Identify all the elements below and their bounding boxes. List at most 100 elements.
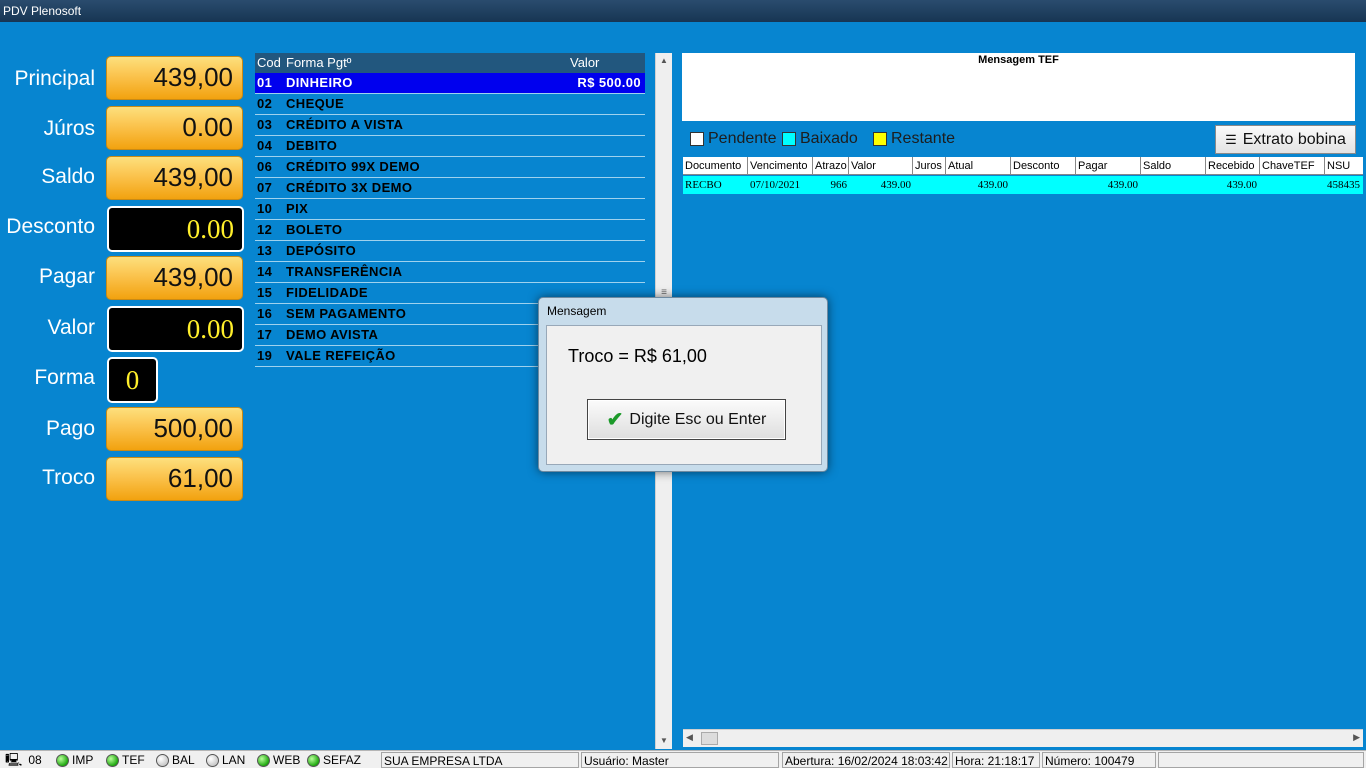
payment-row-credito-vista[interactable]: 03 CRÉDITO A VISTA — [255, 115, 645, 136]
value-troco: 61,00 — [106, 457, 243, 501]
payment-list-header: Cod Forma Pgtº Valor — [255, 53, 645, 73]
col-recebido[interactable]: Recebido — [1206, 157, 1260, 175]
hscroll-thumb[interactable] — [701, 732, 718, 745]
payment-cod: 06 — [257, 159, 273, 174]
payment-name: DEMO AVISTA — [286, 327, 379, 342]
grid-horizontal-scrollbar[interactable]: ◀ ▶ — [683, 729, 1363, 747]
payment-row-debito[interactable]: 04 DEBITO — [255, 136, 645, 157]
scroll-up-icon[interactable]: ▲ — [656, 53, 672, 69]
window-title: PDV Plenosoft — [3, 4, 82, 18]
col-pagar[interactable]: Pagar — [1076, 157, 1141, 175]
forma-input[interactable]: 0 — [107, 357, 158, 403]
cell-vencimento: 07/10/2021 — [750, 179, 801, 191]
payment-row-credito-3x[interactable]: 07 CRÉDITO 3X DEMO — [255, 178, 645, 199]
status-tef: TEF — [106, 751, 145, 768]
payment-value: R$ 500.00 — [577, 75, 641, 90]
valor-input[interactable]: 0.00 — [107, 306, 244, 352]
payment-name: CRÉDITO A VISTA — [286, 117, 404, 132]
status-bal: BAL — [156, 751, 195, 768]
col-documento[interactable]: Documento — [683, 157, 748, 175]
label-saldo: Saldo — [41, 165, 95, 188]
label-principal: Principal — [14, 67, 95, 90]
cell-nsu: 458435 — [1327, 179, 1360, 191]
payment-cod: 01 — [257, 75, 273, 90]
table-row[interactable]: RECBO 07/10/2021 966 439.00 439.00 439.0… — [683, 176, 1363, 194]
payment-name: DINHEIRO — [286, 75, 353, 90]
scroll-right-icon[interactable]: ▶ — [1353, 732, 1360, 743]
dialog-ok-label: Digite Esc ou Enter — [629, 410, 767, 428]
payment-row-credito-99x[interactable]: 06 CRÉDITO 99X DEMO — [255, 157, 645, 178]
status-web: WEB — [257, 751, 300, 768]
cell-recebido: 439.00 — [1226, 179, 1257, 191]
led-sefaz-icon — [307, 753, 320, 767]
grid-header: Documento Vencimento Atrazo Valor Juros … — [683, 157, 1363, 175]
legend-restante-label: Restante — [891, 130, 956, 147]
status-lan: LAN — [206, 751, 245, 768]
payment-name: FIDELIDADE — [286, 285, 368, 300]
label-valor: Valor — [47, 316, 95, 339]
col-atual[interactable]: Atual — [946, 157, 1011, 175]
scroll-left-icon[interactable]: ◀ — [686, 732, 693, 743]
label-desconto: Desconto — [6, 215, 95, 238]
header-valor: Valor — [570, 55, 600, 70]
payment-row-deposito[interactable]: 13 DEPÓSITO — [255, 241, 645, 262]
status-number: Número: 100479 — [1042, 752, 1156, 768]
desconto-input[interactable]: 0.00 — [107, 206, 244, 252]
led-lan-icon — [206, 753, 219, 767]
col-nsu[interactable]: NSU — [1325, 157, 1363, 175]
col-juros[interactable]: Juros — [913, 157, 946, 175]
col-vencimento[interactable]: Vencimento — [748, 157, 813, 175]
payment-cod: 13 — [257, 243, 273, 258]
payment-name: CRÉDITO 99X DEMO — [286, 159, 421, 174]
payment-name: SEM PAGAMENTO — [286, 306, 407, 321]
dialog-ok-button[interactable]: ✔ Digite Esc ou Enter — [587, 399, 786, 440]
status-bar: 🖳 08 IMP TEF BAL LAN WEB SEFAZ SUA EMPRE… — [0, 750, 1366, 768]
cell-valor: 439.00 — [880, 179, 911, 191]
payment-row-dinheiro[interactable]: 01 DINHEIRO R$ 500.00 — [255, 73, 645, 94]
status-sefaz: SEFAZ — [307, 751, 361, 768]
dialog-title: Mensagem — [547, 304, 607, 318]
legend-restante: Restante — [873, 130, 955, 148]
status-web-label: WEB — [273, 753, 301, 767]
scroll-down-icon[interactable]: ▼ — [656, 733, 672, 749]
payment-cod: 10 — [257, 201, 273, 216]
tef-message-title: Mensagem TEF — [978, 54, 1059, 66]
payment-name: BOLETO — [286, 222, 343, 237]
dialog-body: Troco = R$ 61,00 ✔ Digite Esc ou Enter — [546, 325, 822, 465]
label-troco: Troco — [42, 466, 95, 489]
payment-cod: 12 — [257, 222, 273, 237]
label-forma: Forma — [34, 366, 95, 389]
value-juros: 0.00 — [106, 106, 243, 150]
window-title-bar: PDV Plenosoft — [0, 0, 1366, 22]
list-icon: ☰ — [1225, 131, 1237, 147]
computer-icon: 🖳 — [5, 752, 23, 767]
status-company: SUA EMPRESA LTDA — [381, 752, 579, 768]
led-web-icon — [257, 753, 270, 767]
payment-row-pix[interactable]: 10 PIX — [255, 199, 645, 220]
legend-pendente-label: Pendente — [708, 130, 777, 147]
payment-cod: 15 — [257, 285, 273, 300]
status-lan-label: LAN — [222, 753, 246, 767]
status-sefaz-label: SEFAZ — [323, 753, 362, 767]
col-atrazo[interactable]: Atrazo — [813, 157, 849, 175]
col-saldo[interactable]: Saldo — [1141, 157, 1206, 175]
extrato-bobina-label: Extrato bobina — [1242, 130, 1346, 148]
led-tef-icon — [106, 753, 119, 767]
payment-row-boleto[interactable]: 12 BOLETO — [255, 220, 645, 241]
col-valor[interactable]: Valor — [849, 157, 913, 175]
payment-row-cheque[interactable]: 02 CHEQUE — [255, 94, 645, 115]
col-desconto[interactable]: Desconto — [1011, 157, 1076, 175]
restante-swatch — [873, 132, 887, 146]
dialog-message: Troco = R$ 61,00 — [568, 346, 707, 366]
baixado-swatch — [782, 132, 796, 146]
payment-cod: 07 — [257, 180, 273, 195]
extrato-bobina-button[interactable]: ☰ Extrato bobina — [1215, 125, 1356, 154]
col-chavetef[interactable]: ChaveTEF — [1260, 157, 1325, 175]
header-forma: Forma Pgtº — [286, 55, 352, 70]
payment-name: CRÉDITO 3X DEMO — [286, 180, 413, 195]
value-principal: 439,00 — [106, 56, 243, 100]
payment-name: TRANSFERÊNCIA — [286, 264, 403, 279]
payment-cod: 16 — [257, 306, 273, 321]
payment-name: DEPÓSITO — [286, 243, 357, 258]
payment-row-transferencia[interactable]: 14 TRANSFERÊNCIA — [255, 262, 645, 283]
